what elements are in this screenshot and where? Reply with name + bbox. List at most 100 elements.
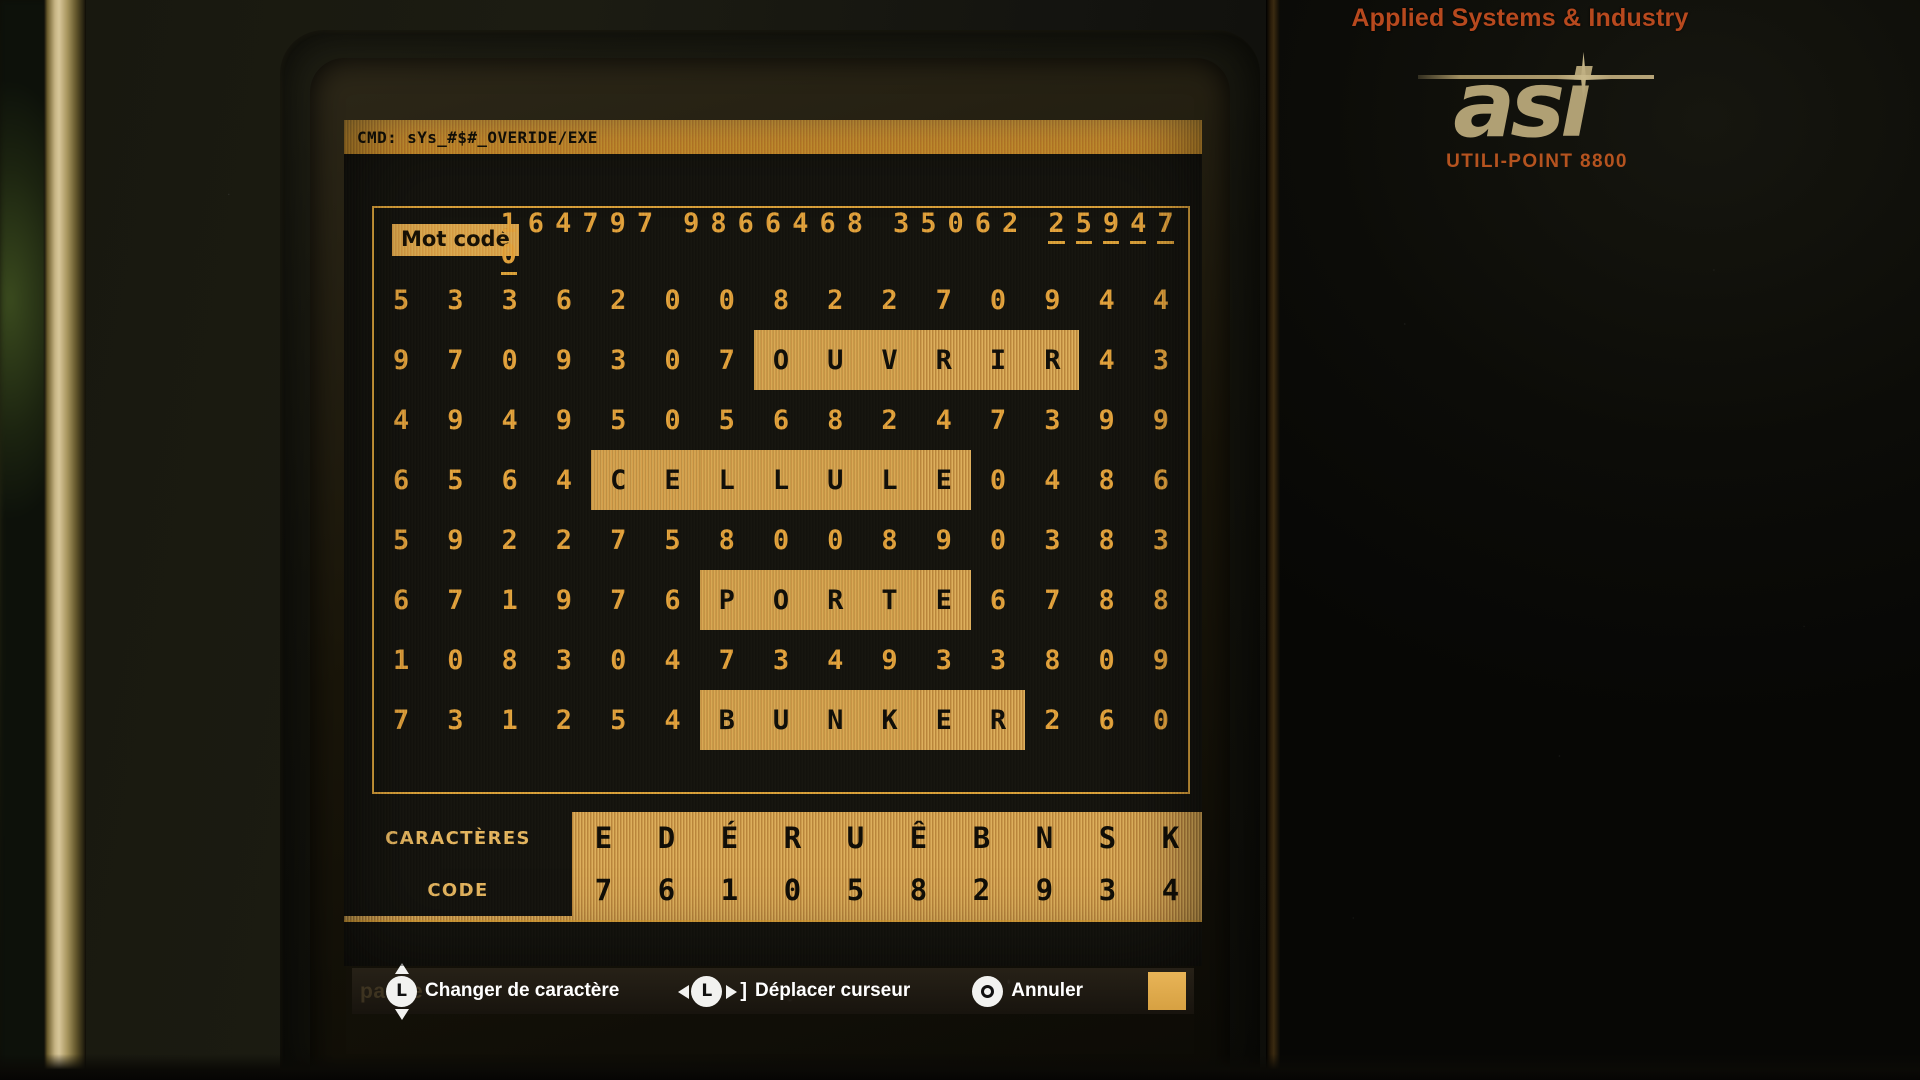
- legend-value: É: [720, 821, 739, 855]
- grid-word-letter-cell[interactable]: R: [916, 330, 972, 390]
- grid-word-letter-cell[interactable]: U: [808, 450, 863, 510]
- grid-word-letter-cell[interactable]: R: [970, 690, 1026, 750]
- grid-word-letter-cell[interactable]: N: [808, 690, 863, 750]
- grid-digit-cell: 4: [1079, 330, 1133, 390]
- grid-word-letter-cell[interactable]: T: [862, 570, 917, 630]
- grid-digit-cell: 0: [971, 270, 1025, 330]
- grid-digit: 7: [1044, 584, 1061, 616]
- grid-digit: 3: [772, 644, 790, 676]
- grid-word-letter-cell[interactable]: I: [970, 330, 1026, 390]
- grid-digit: 3: [501, 284, 518, 316]
- arrow-down-icon: [395, 1008, 409, 1020]
- grid-digit: 6: [393, 464, 410, 496]
- code-word-digit: 2: [1048, 208, 1065, 244]
- grid-digit: 3: [447, 284, 464, 316]
- grid-word-letter-cell[interactable]: O: [753, 570, 809, 630]
- code-word-digit: 4: [792, 208, 809, 239]
- grid-word-letter-cell[interactable]: R: [808, 570, 863, 630]
- grid-word-letter-cell[interactable]: L: [862, 450, 917, 510]
- legend-cell-characters: Ê: [887, 812, 950, 864]
- code-word-digit: 6: [737, 208, 754, 239]
- action-move-cursor[interactable]: L ] Déplacer curseur: [678, 975, 911, 1007]
- grid-digit: 3: [555, 644, 573, 676]
- legend-row-header-label: CARACTÈRES: [348, 818, 568, 858]
- grid-digit: 0: [664, 344, 681, 376]
- grid-word-letter-cell[interactable]: P: [699, 570, 755, 630]
- grid-word-letter-cell[interactable]: L: [699, 450, 755, 510]
- grid-word-letter-cell[interactable]: E: [645, 450, 700, 510]
- grid-digit: 3: [447, 704, 464, 736]
- grid-digit: 3: [989, 644, 1007, 676]
- command-header-bar: CMD: sYs_#$#_OVERIDE/EXE: [344, 120, 1202, 154]
- grid-word-letter-cell[interactable]: K: [862, 690, 917, 750]
- legend-cell-characters: R: [761, 812, 824, 864]
- grid-digit-cell: 5: [374, 510, 428, 570]
- legend-row-header: CARACTÈRES: [344, 812, 572, 864]
- grid-word-letter-cell[interactable]: E: [916, 690, 972, 750]
- grid-row: 6 7 1 9 7 6 P O R T E 6 7 8 8: [374, 570, 1188, 630]
- grid-digit: 7: [393, 704, 410, 736]
- grid-digit: 0: [1098, 644, 1115, 676]
- grid-word-letter-cell[interactable]: U: [753, 690, 809, 750]
- grid-digit-cell: 8: [700, 510, 754, 570]
- word-letter: B: [718, 704, 735, 736]
- grid-digit-cell: 0: [808, 510, 862, 570]
- grid-digit: 9: [881, 644, 898, 676]
- action-change-character[interactable]: L Changer de caractère: [386, 962, 619, 1020]
- grid-digit-cell: 9: [428, 390, 482, 450]
- grid-digit: 4: [935, 404, 952, 436]
- grid-word-letter-cell[interactable]: U: [808, 330, 863, 390]
- grid-word-letter-cell[interactable]: O: [753, 330, 809, 390]
- grid-word-letter-cell[interactable]: L: [753, 450, 809, 510]
- grid-digit-cell: 4: [645, 690, 699, 750]
- grid-digit: 9: [555, 584, 573, 616]
- grid-digit: 7: [610, 524, 627, 556]
- legend-value: 0: [783, 873, 802, 907]
- grid-digit-cell: 6: [483, 450, 537, 510]
- action-cancel[interactable]: Annuler: [972, 975, 1083, 1007]
- legend-value: 8: [909, 873, 928, 907]
- grid-digit: 4: [1098, 284, 1115, 316]
- code-word-digit: 8: [846, 208, 863, 239]
- grid-word-letter-cell[interactable]: R: [1025, 330, 1080, 390]
- word-letter: O: [772, 584, 790, 616]
- grid-digit-cell: 0: [483, 330, 537, 390]
- left-stick-updown-icon[interactable]: L: [386, 962, 417, 1020]
- grid-digit-cell: 2: [591, 270, 645, 330]
- grid-digit: 4: [1152, 284, 1169, 316]
- grid-digit-cell: 3: [754, 630, 808, 690]
- grid-word-letter-cell[interactable]: E: [916, 570, 972, 630]
- screen-body: Mot codé 1 6 4 7 9 7 9 8 6 6 4 6 8 3 5 0 6 2 2 5 9 4 70 5 3 3 6 2 0 0 8…: [344, 154, 1202, 966]
- legend-value: U: [846, 821, 865, 855]
- grid-word-letter-cell[interactable]: E: [916, 450, 972, 510]
- grid-word-letter-cell[interactable]: B: [699, 690, 755, 750]
- grid-digit-cell: 3: [1134, 510, 1188, 570]
- grid-digit-cell: 6: [1079, 690, 1133, 750]
- grid-digit-cell: 6: [537, 270, 591, 330]
- grid-word-letter-cell[interactable]: V: [862, 330, 917, 390]
- grid-digit: 9: [555, 344, 573, 376]
- word-letter: I: [989, 344, 1007, 376]
- grid-digit-cell: 7: [428, 570, 482, 630]
- bottom-shadow-strip: [0, 1054, 1920, 1080]
- grid-digit: 4: [1044, 464, 1061, 496]
- legend-row-codes: CODE 7 6 1 0 5 8 2 9 3 4: [344, 864, 1202, 916]
- code-word-group: 9866468: [683, 208, 863, 239]
- legend-cell-characters: É: [698, 812, 761, 864]
- legend-cell-codes: 0: [761, 864, 824, 916]
- grid-digit-cell: 8: [1079, 570, 1133, 630]
- legend-value: 1: [720, 873, 739, 907]
- stick-glyph: L: [386, 975, 417, 1007]
- grid-digit-cell: 0: [645, 390, 699, 450]
- action-label-move-cursor: Déplacer curseur: [755, 980, 911, 1001]
- grid-digit: 9: [935, 524, 952, 556]
- word-letter: T: [881, 584, 898, 616]
- word-letter: V: [881, 344, 898, 376]
- grid-word-letter-cell[interactable]: C: [591, 450, 646, 510]
- grid-digit: 5: [393, 524, 410, 556]
- left-stick-leftright-icon[interactable]: L: [678, 975, 738, 1007]
- legend-value: 3: [1098, 873, 1117, 907]
- grid-row: 6 5 6 4 C E L L U L E 0 4 8 6: [374, 450, 1188, 510]
- code-word-digit: 3: [892, 208, 910, 239]
- circle-button-icon[interactable]: [972, 975, 1004, 1007]
